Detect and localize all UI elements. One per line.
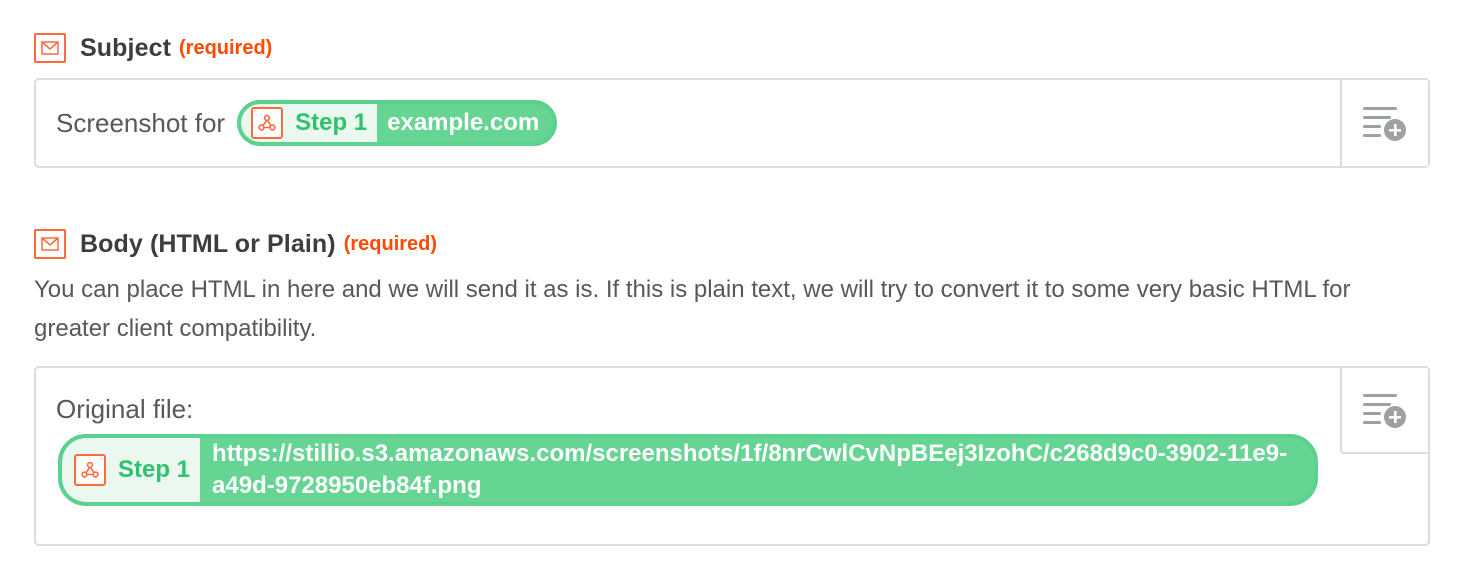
body-token-step: Step 1 [62,438,201,502]
body-label: Body (HTML or Plain) [80,229,336,258]
webhook-icon [251,107,284,139]
body-prefix-text: Original file: [56,394,194,424]
body-token-value: https://stillio.s3.amazonaws.com/screens… [212,440,1288,499]
body-header: Body (HTML or Plain) (required) [34,228,1430,260]
list-add-icon [1363,394,1406,428]
subject-token-step: Step 1 [241,104,378,142]
subject-label: Subject [80,33,171,62]
list-add-icon [1363,107,1406,141]
subject-token-step-label: Step 1 [295,109,368,136]
subject-token-value: example.com [387,109,540,136]
email-icon [34,229,66,259]
body-help-text: You can place HTML in here and we will s… [34,276,1351,342]
subject-required-badge: (required) [179,36,273,59]
body-insert-data-button[interactable] [1340,368,1428,454]
body-required-badge: (required) [343,232,438,255]
webhook-icon [74,454,106,486]
subject-header: Subject (required) [34,32,1430,64]
subject-field: Subject (required) Screenshot for Step 1… [34,32,1430,168]
subject-insert-data-button[interactable] [1340,80,1428,166]
subject-input[interactable]: Screenshot for Step 1 example.com [34,78,1430,168]
body-field: Body (HTML or Plain) (required) You can … [34,228,1430,546]
body-step-token[interactable]: Step 1 https://stillio.s3.amazonaws.com/… [58,434,1318,506]
subject-step-token[interactable]: Step 1 example.com [237,100,558,146]
subject-prefix-text: Screenshot for [56,107,226,138]
body-input[interactable]: Original file: Step 1 https://stillio.s3… [34,366,1430,546]
subject-content: Screenshot for Step 1 example.com [56,100,558,146]
body-token-step-label: Step 1 [118,456,191,483]
email-icon [34,33,66,63]
